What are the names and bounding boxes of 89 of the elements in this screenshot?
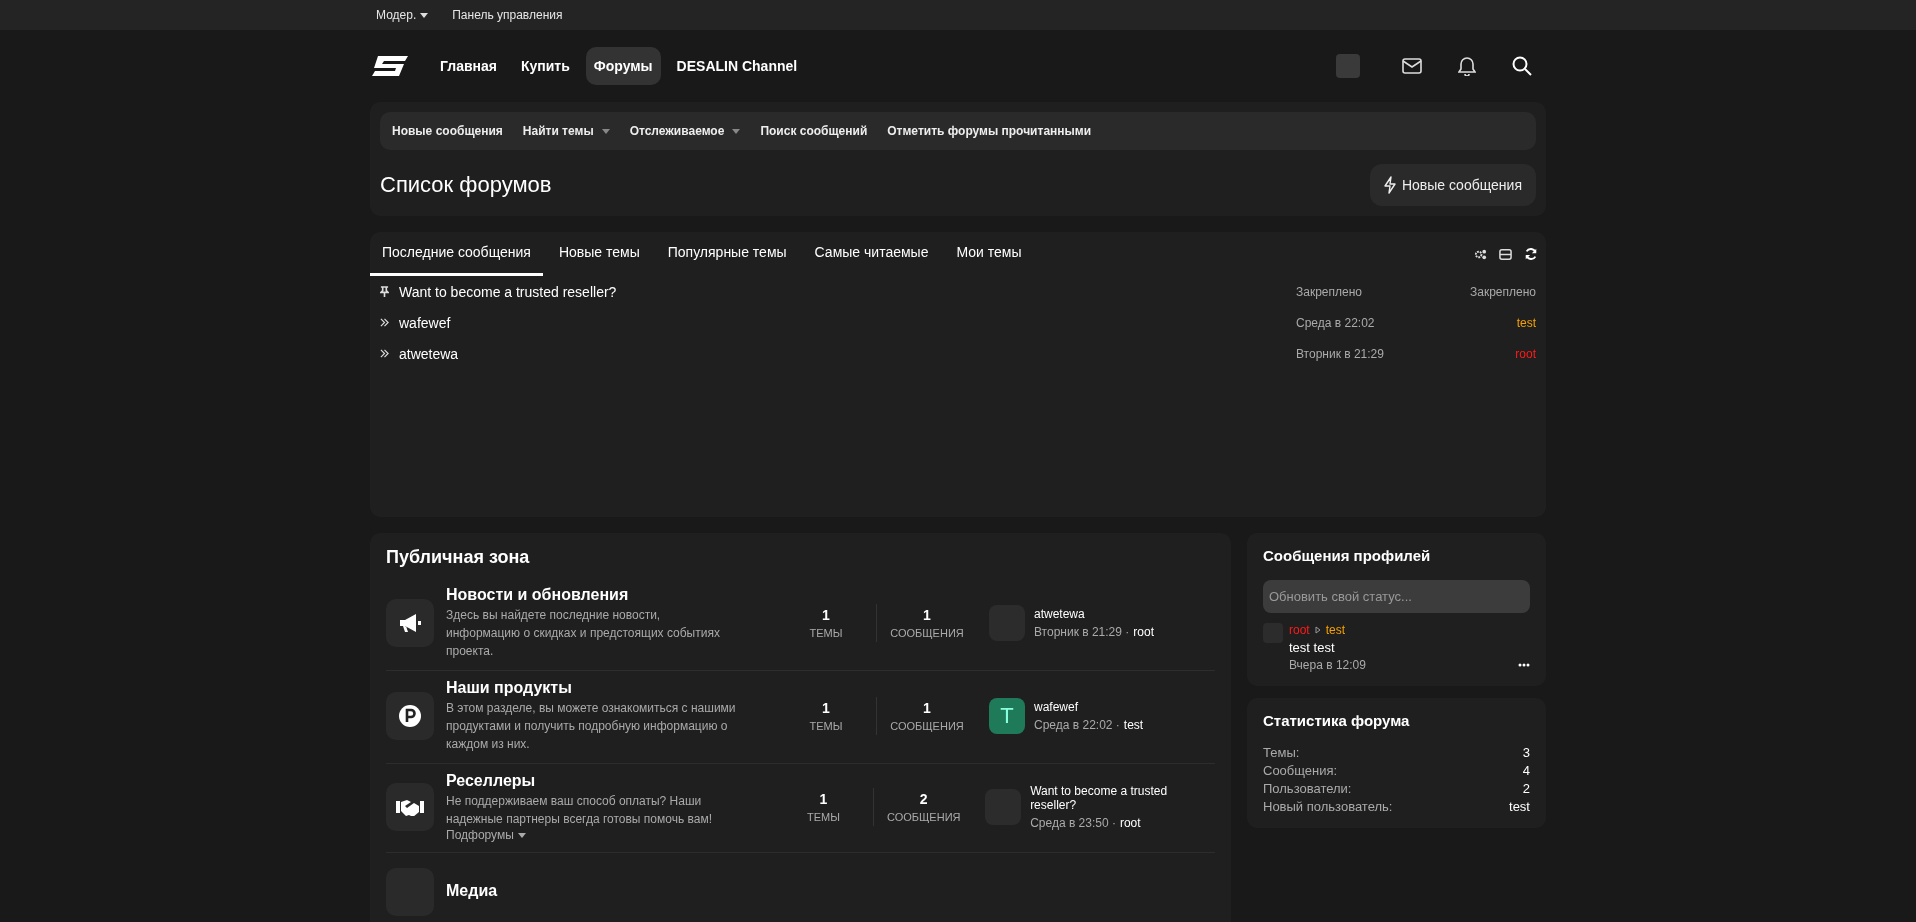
panel-title: Сообщения профилей xyxy=(1263,547,1432,564)
last-post-link[interactable]: wafewef xyxy=(1034,700,1144,714)
stat-label: СООБЩЕНИЯ xyxy=(890,627,964,639)
forum-title[interactable]: Медиа xyxy=(446,881,746,900)
triangle-icon xyxy=(1314,626,1321,634)
search-icon[interactable] xyxy=(1512,56,1532,76)
forum-title[interactable]: Наши продукты xyxy=(446,679,746,697)
thread-user[interactable]: test xyxy=(1466,315,1536,330)
pin-icon xyxy=(380,286,389,297)
logo-icon[interactable] xyxy=(370,56,410,76)
new-posts-button[interactable]: Новые сообщения xyxy=(1369,164,1536,206)
stat-label: Пользователи: xyxy=(1263,781,1352,796)
profile-post-text: test test xyxy=(1289,640,1336,655)
top-bar-link[interactable]: Панель управления xyxy=(452,8,563,22)
last-post-date: Среда в 23:50 · xyxy=(1030,816,1116,830)
sub-nav-link[interactable]: Отслеживаемое xyxy=(629,124,741,138)
refresh-icon[interactable] xyxy=(1524,247,1538,261)
nav-tab[interactable]: Купить xyxy=(512,47,578,85)
panel-title: Статистика форума xyxy=(1263,712,1411,729)
thread-user[interactable]: Закреплено xyxy=(1466,284,1536,299)
tab[interactable]: Мои темы xyxy=(944,232,1034,276)
lightning-icon xyxy=(1383,176,1396,194)
stat-value: 2 xyxy=(1522,781,1530,796)
username-link[interactable]: root xyxy=(1133,625,1154,639)
last-post-link[interactable]: Want to become a trusted reseller? xyxy=(1030,784,1216,812)
bell-icon[interactable] xyxy=(1458,56,1476,76)
stat-label: ТЕМЫ xyxy=(809,720,843,732)
more-icon[interactable] xyxy=(1518,663,1530,667)
stat-label: Сообщения: xyxy=(1263,763,1338,778)
nav-tab[interactable]: Главная xyxy=(432,47,505,85)
double-chevron-icon xyxy=(380,349,389,358)
handshake-icon xyxy=(386,783,434,831)
page-title: Список форумов xyxy=(380,172,552,198)
stat-value: 3 xyxy=(1522,745,1530,760)
last-post-link[interactable]: atwetewa xyxy=(1034,607,1154,621)
message-count: 1 xyxy=(923,700,931,716)
sub-nav-link[interactable]: Поиск сообщений xyxy=(760,124,868,138)
p-coin-icon xyxy=(386,692,434,740)
stat-label: ТЕМЫ xyxy=(809,627,843,639)
thread-link[interactable]: Want to become a trusted reseller? xyxy=(399,283,1286,300)
message-count: 1 xyxy=(923,607,931,623)
post-date: Вчера в 12:09 xyxy=(1289,658,1366,672)
stat-label: СООБЩЕНИЯ xyxy=(890,720,964,732)
thread-count: 1 xyxy=(819,791,828,807)
thread-count: 1 xyxy=(822,700,830,716)
nav-tab[interactable]: DESALIN Channel xyxy=(668,47,806,85)
subforums-dropdown[interactable]: Подфорумы xyxy=(446,828,744,842)
nav-tab[interactable]: Форумы xyxy=(585,47,661,85)
status-input-field[interactable]: Обновить свой статус... xyxy=(1263,580,1530,613)
stat-value: 4 xyxy=(1522,763,1530,778)
stat-label: СООБЩЕНИЯ xyxy=(887,811,961,823)
tab[interactable]: Популярные темы xyxy=(655,232,799,276)
sub-nav-link[interactable]: Отметить форумы прочитанными xyxy=(887,124,1092,138)
thread-link[interactable]: atwetewa xyxy=(399,345,1286,362)
author-link[interactable]: root xyxy=(1289,623,1310,637)
category-title: Публичная зона xyxy=(386,547,531,568)
mail-icon[interactable] xyxy=(1402,58,1422,74)
top-bar-link[interactable]: Модер. xyxy=(376,8,429,22)
stat-label: ТЕМЫ xyxy=(807,811,840,823)
double-chevron-icon xyxy=(380,318,389,327)
tab[interactable]: Последние сообщения xyxy=(370,232,543,276)
forum-description: Здесь вы найдете последние новости, информацию о скидках и предстоящих событиях проекта. xyxy=(446,607,721,660)
stat-value: test xyxy=(1509,799,1530,814)
recipient-link[interactable]: test xyxy=(1325,623,1346,637)
message-count: 2 xyxy=(919,791,928,807)
sub-nav-link[interactable]: Новые сообщения xyxy=(392,124,503,138)
forum-title[interactable]: Новости и обновления xyxy=(446,586,746,604)
thread-date: Среда в 22:02 xyxy=(1296,315,1376,330)
forum-description: Не поддерживаем ваш способ оплаты? Наши надежные партнеры всегда готовы помочь вам! xyxy=(446,793,713,828)
stat-label: Новый пользователь: xyxy=(1263,799,1393,814)
forum-description: В этом разделе, вы можете ознакомиться с нашими продуктами и получить подробную информацию о каждом из них. xyxy=(446,700,736,753)
last-post-date: Среда в 22:02 · xyxy=(1034,718,1120,732)
username-link[interactable]: root xyxy=(1119,816,1141,830)
thread-date: Закреплено xyxy=(1296,284,1363,299)
sub-nav-link[interactable]: Найти темы xyxy=(522,124,610,138)
letter-avatar[interactable]: T xyxy=(989,698,1025,734)
megaphone-icon xyxy=(386,599,434,647)
tab[interactable]: Новые темы xyxy=(546,232,652,276)
last-post-date: Вторник в 21:29 · xyxy=(1034,625,1130,639)
caret-icon xyxy=(517,832,526,838)
thread-count: 1 xyxy=(822,607,830,623)
username-link[interactable]: test xyxy=(1123,718,1144,732)
tab[interactable]: Самые читаемые xyxy=(802,232,941,276)
thread-date: Вторник в 21:29 xyxy=(1296,346,1385,361)
thread-link[interactable]: wafewef xyxy=(399,314,1286,331)
tray-icon[interactable] xyxy=(1499,247,1512,261)
thread-user[interactable]: root xyxy=(1466,346,1536,361)
stat-label: Темы: xyxy=(1263,745,1300,760)
forum-title[interactable]: Реселлеры xyxy=(446,772,744,790)
